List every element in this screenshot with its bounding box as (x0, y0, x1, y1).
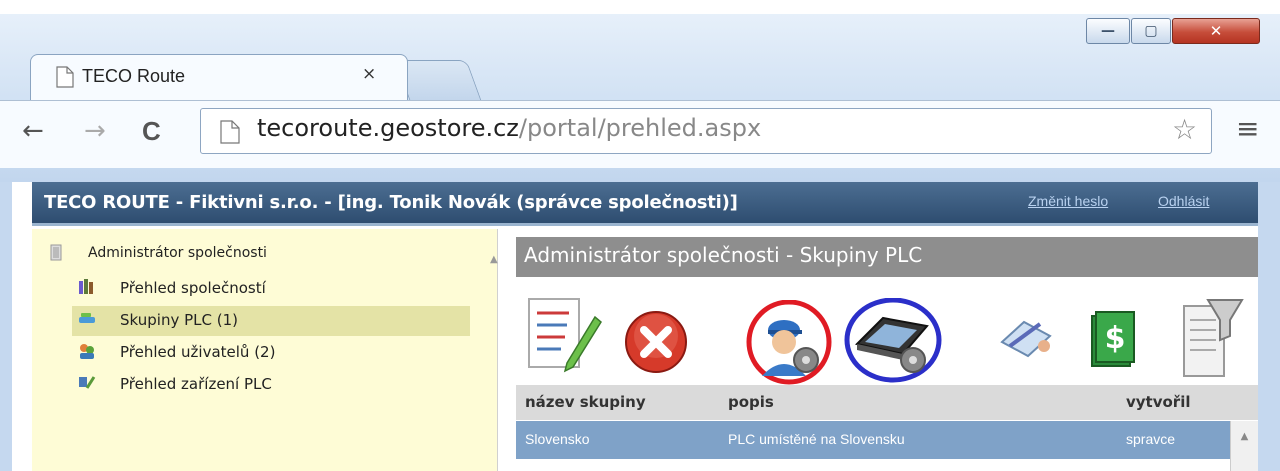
cell-vytvoril: spravce (1126, 431, 1176, 447)
maximize-button[interactable]: ▢ (1131, 18, 1171, 44)
window-border-right (1258, 182, 1280, 471)
tab-close-icon[interactable]: × (362, 64, 376, 84)
devices-icon (79, 376, 96, 389)
page-icon (56, 66, 74, 88)
change-password-link[interactable]: Změnit heslo (1028, 193, 1108, 209)
sidebar-item-skupiny-plc[interactable]: Skupiny PLC (1) (120, 311, 238, 329)
url-text[interactable]: tecoroute.geostore.cz/portal/prehled.asp… (257, 114, 761, 142)
menu-icon[interactable]: ≡ (1236, 112, 1259, 145)
sign-icon[interactable] (1000, 316, 1056, 360)
folder-icon (50, 244, 62, 261)
url-path: /portal/prehled.aspx (518, 114, 762, 142)
column-header-nazev-skupiny[interactable]: název skupiny (525, 393, 646, 411)
minimize-button[interactable]: — (1086, 18, 1130, 44)
sidebar-item-prehled-uzivatelu[interactable]: Přehled uživatelů (2) (120, 343, 275, 361)
column-header-vytvoril[interactable]: vytvořil (1126, 393, 1191, 411)
sidebar-item-prehled-spolecnosti[interactable]: Přehled společností (120, 279, 266, 297)
scroll-up-arrow-icon[interactable]: ▲ (1230, 421, 1258, 471)
cell-nazev-skupiny: Slovensko (525, 431, 590, 447)
panel-title: Administrátor společnosti - Skupiny PLC (524, 243, 923, 267)
minimize-icon: — (1101, 23, 1115, 39)
users-icon (80, 344, 94, 359)
page-info-icon[interactable] (220, 120, 240, 144)
reload-icon[interactable]: C (142, 116, 161, 147)
device-settings-icon[interactable] (843, 298, 943, 384)
logout-link[interactable]: Odhlásit (1158, 193, 1209, 209)
user-settings-icon[interactable] (744, 300, 834, 388)
close-icon: ✕ (1209, 22, 1223, 40)
money-icon[interactable]: $ (1090, 310, 1136, 370)
desktop-strip (0, 0, 1280, 14)
cell-popis: PLC umístěné na Slovensku (728, 431, 905, 447)
close-window-button[interactable]: ✕ (1172, 18, 1260, 44)
svg-text:$: $ (1105, 321, 1126, 356)
window-controls: — ▢ ✕ (1086, 18, 1262, 44)
tab-title: TECO Route (82, 66, 186, 86)
maximize-icon: ▢ (1144, 23, 1158, 39)
delete-icon[interactable] (622, 308, 690, 376)
column-header-popis[interactable]: popis (728, 393, 774, 411)
edit-icon[interactable] (527, 295, 603, 375)
group-icon (79, 313, 95, 323)
url-host: tecoroute.geostore.cz (257, 114, 519, 142)
app-title: TECO ROUTE - Fiktivni s.r.o. - [ing. Ton… (44, 192, 738, 213)
books-icon (79, 279, 93, 294)
back-icon[interactable]: ← (22, 116, 44, 146)
forward-icon[interactable]: → (84, 116, 106, 146)
filter-icon[interactable] (1180, 296, 1244, 380)
window-border-left (0, 182, 12, 471)
collapse-arrow-icon[interactable]: ▲ (490, 254, 498, 265)
bookmark-star-icon[interactable]: ☆ (1172, 113, 1197, 146)
sidebar-item-prehled-zarizeni-plc[interactable]: Přehled zařízení PLC (120, 375, 272, 393)
sidebar-root[interactable]: Administrátor společnosti (88, 245, 267, 261)
